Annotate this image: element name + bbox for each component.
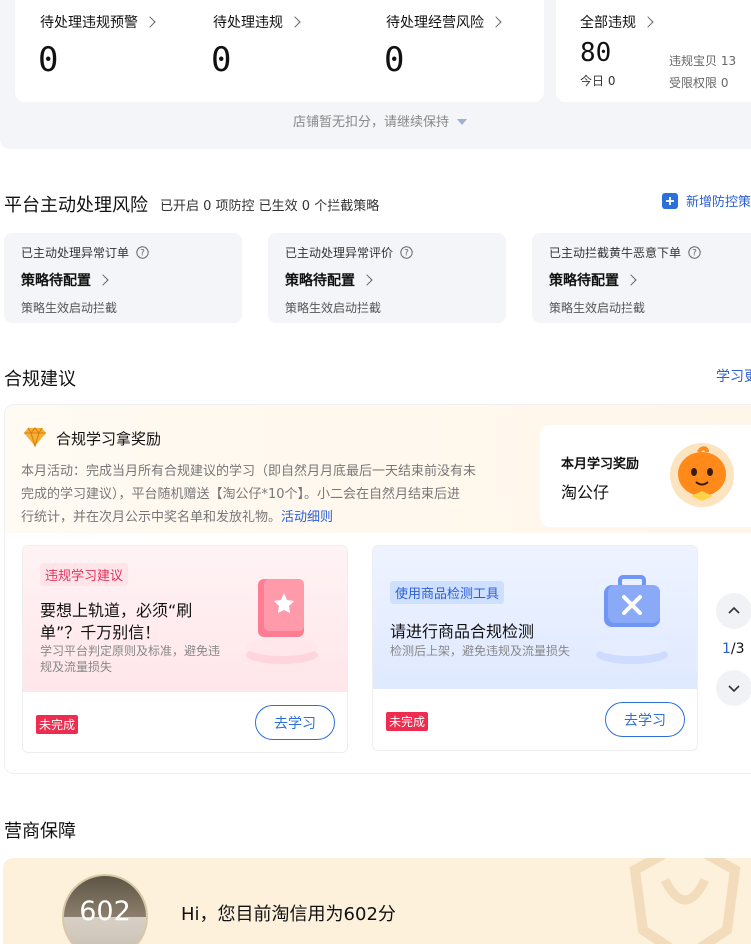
chevron-down-icon xyxy=(728,685,740,693)
pending-violation-label: 待处理违规 xyxy=(213,15,283,31)
pager-next-button[interactable] xyxy=(716,670,751,706)
pending-warning-link[interactable]: 待处理违规预警 xyxy=(40,12,156,32)
pending-risk-count: 0 xyxy=(384,40,405,80)
all-violations-label: 全部违规 xyxy=(580,15,636,31)
all-violations-link[interactable]: 全部违规 xyxy=(580,12,654,32)
svg-text:?: ? xyxy=(404,249,409,259)
risk-card-desc: 策略生效启动拦截 xyxy=(549,301,646,315)
restricted-rights[interactable]: 受限权限 0 xyxy=(669,74,728,91)
violation-items[interactable]: 违规宝贝 13 xyxy=(669,52,736,69)
chevron-right-icon xyxy=(625,274,637,286)
plus-square-icon xyxy=(662,192,678,209)
strategy-config-link[interactable]: 策略待配置 xyxy=(285,270,373,290)
taobao-mascot-icon xyxy=(670,443,734,507)
risk-card-title: 已主动处理异常订单 xyxy=(21,246,130,260)
help-circle-icon[interactable]: ? xyxy=(688,246,701,259)
strategy-config-link[interactable]: 策略待配置 xyxy=(21,270,109,290)
pager-indicator: 1/3 xyxy=(722,641,745,657)
today-violations: 今日 0 xyxy=(580,74,616,88)
go-study-button[interactable]: 去学习 xyxy=(605,702,685,737)
all-violations-count: 80 xyxy=(580,38,612,68)
credit-greeting: Hi，您目前淘信用为602分 xyxy=(181,904,396,925)
svg-text:?: ? xyxy=(140,249,145,259)
risk-card-desc: 策略生效启动拦截 xyxy=(285,301,382,315)
shield-watermark-icon xyxy=(629,858,741,944)
no-deduction-text: 店铺暂无扣分，请继续保持 xyxy=(293,115,450,130)
business-section-title: 营商保障 xyxy=(4,821,76,842)
risk-section-title: 平台主动处理风险 xyxy=(4,195,148,216)
add-strategy-label: 新增防控策 xyxy=(686,195,751,210)
chevron-right-icon xyxy=(490,16,502,28)
pending-risk-label: 待处理经营风险 xyxy=(386,15,484,31)
chevron-right-icon xyxy=(144,16,156,28)
monthly-reward-value: 淘公仔 xyxy=(561,483,610,502)
status-badge: 未完成 xyxy=(386,712,429,731)
chevron-right-icon xyxy=(289,16,301,28)
pager-prev-button[interactable] xyxy=(716,593,751,629)
help-circle-icon[interactable]: ? xyxy=(400,246,413,259)
chevron-right-icon xyxy=(361,274,373,286)
caret-down-icon xyxy=(457,119,468,125)
pending-warning-label: 待处理违规预警 xyxy=(40,15,138,31)
risk-card-scalpers[interactable]: 已主动拦截黄牛恶意下单 ? 策略待配置 策略生效启动拦截 xyxy=(532,233,751,323)
go-study-button[interactable]: 去学习 xyxy=(255,705,335,740)
chevron-up-icon xyxy=(728,606,740,614)
compliance-section-title: 合规建议 xyxy=(4,369,76,390)
pending-violation-count: 0 xyxy=(211,40,232,80)
study-card-tag: 违规学习建议 xyxy=(40,563,129,586)
book-illustration-icon xyxy=(246,579,318,664)
svg-text:?: ? xyxy=(692,249,697,259)
study-card-tag: 使用商品检测工具 xyxy=(390,581,505,604)
status-badge: 未完成 xyxy=(36,715,79,734)
study-card-title: 要想上轨道，必须“刷 单”？千万别信！ xyxy=(40,601,193,642)
risk-card-title: 已主动拦截黄牛恶意下单 xyxy=(549,246,682,260)
monthly-reward-label: 本月学习奖励 xyxy=(561,457,640,472)
activity-text: 本月活动：完成当月所有合规建议的学习（即自然月月底最后一天结束前没有未 完成的学… xyxy=(21,464,477,525)
chevron-right-icon xyxy=(642,16,654,28)
risk-card-reviews[interactable]: 已主动处理异常评价 ? 策略待配置 策略生效启动拦截 xyxy=(268,233,506,323)
pending-violation-link[interactable]: 待处理违规 xyxy=(213,12,301,32)
risk-card-title: 已主动处理异常评价 xyxy=(285,246,394,260)
diamond-icon xyxy=(24,427,46,447)
pending-warning-count: 0 xyxy=(38,40,59,80)
chevron-right-icon xyxy=(97,274,109,286)
help-circle-icon[interactable]: ? xyxy=(136,246,149,259)
activity-rules-link[interactable]: 活动细则 xyxy=(281,510,333,525)
add-strategy-button[interactable]: 新增防控策 xyxy=(662,191,751,210)
risk-card-orders[interactable]: 已主动处理异常订单 ? 策略待配置 策略生效启动拦截 xyxy=(4,233,242,323)
study-card-desc: 检测后上架，避免违规及流量损失 xyxy=(390,644,571,658)
strategy-config-link[interactable]: 策略待配置 xyxy=(549,270,637,290)
risk-summary: 已开启 0 项防控 已生效 0 个拦截策略 xyxy=(160,199,380,214)
risk-card-desc: 策略生效启动拦截 xyxy=(21,301,118,315)
learn-more-link[interactable]: 学习更 xyxy=(716,366,751,386)
toolbox-illustration-icon xyxy=(596,575,668,664)
study-card-desc: 学习平台判定原则及标准，避免违 规及流量损失 xyxy=(40,644,221,674)
reward-title: 合规学习拿奖励 xyxy=(56,430,162,448)
credit-score-value: 602 xyxy=(79,896,131,927)
expand-toggle[interactable]: 店铺暂无扣分，请继续保持 xyxy=(293,111,468,130)
study-card-title: 请进行商品合规检测 xyxy=(390,622,535,641)
pending-risk-link[interactable]: 待处理经营风险 xyxy=(386,12,502,32)
